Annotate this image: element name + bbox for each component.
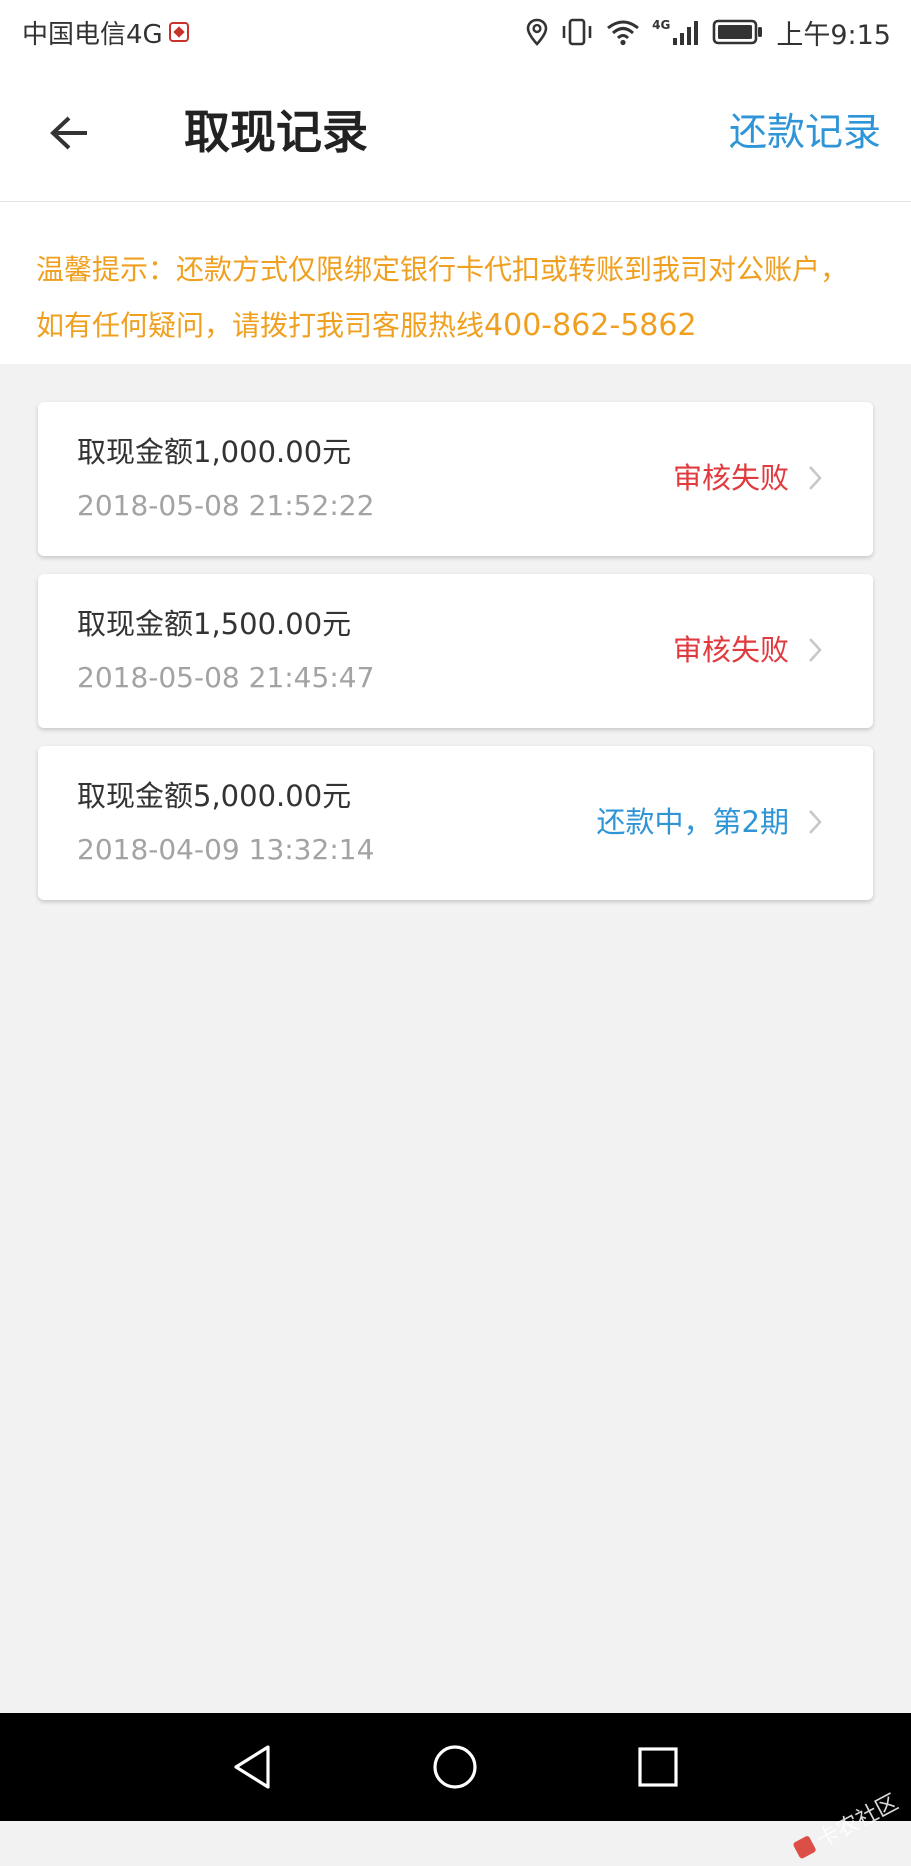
nav-home-button[interactable]: [427, 1739, 483, 1795]
hotline-number[interactable]: 400-862-5862: [484, 308, 697, 343]
back-button[interactable]: [38, 102, 100, 164]
status-bar: 中国电信4G 4G 上午9:15: [0, 0, 911, 64]
circle-home-icon: [433, 1745, 477, 1789]
notice-text: 温馨提示：还款方式仅限绑定银行卡代扣或转账到我司对公账户， 如有任何疑问，请拨打…: [36, 253, 849, 342]
record-amount: 取现金额1,000.00元: [77, 435, 352, 469]
status-right: 4G 上午9:15: [514, 13, 891, 52]
chevron-right-icon: [809, 810, 822, 834]
repay-records-link[interactable]: 还款记录: [729, 102, 881, 162]
carrier-name: 中国电信4G: [22, 19, 163, 50]
signal-indicator: 4G: [652, 18, 700, 46]
record-card[interactable]: 取现金额1,500.00元 2018-05-08 21:45:47 审核失败: [38, 574, 873, 728]
record-card[interactable]: 取现金额5,000.00元 2018-04-09 13:32:14 还款中，第2…: [38, 746, 873, 900]
carrier-badge-icon: [168, 22, 189, 42]
header: 取现记录 还款记录: [0, 64, 911, 202]
watermark-text: 卡农社区: [813, 1790, 903, 1854]
withdrawal-records-list: 取现金额1,000.00元 2018-05-08 21:52:22 审核失败 取…: [38, 402, 873, 918]
status-left: 中国电信4G: [22, 14, 189, 51]
record-time: 2018-05-08 21:45:47: [77, 661, 375, 694]
watermark-logo-icon: [792, 1835, 817, 1860]
record-time: 2018-05-08 21:52:22: [77, 489, 375, 522]
notice-banner: 温馨提示：还款方式仅限绑定银行卡代扣或转账到我司对公账户， 如有任何疑问，请拨打…: [0, 202, 911, 364]
square-recents-icon: [638, 1747, 678, 1787]
chevron-right-icon: [809, 466, 822, 490]
triangle-back-icon: [234, 1745, 270, 1789]
record-amount: 取现金额5,000.00元: [77, 779, 352, 813]
nav-back-button[interactable]: [224, 1739, 280, 1795]
record-status: 审核失败: [672, 461, 789, 495]
record-status: 还款中，第2期: [596, 805, 789, 839]
record-status: 审核失败: [672, 633, 789, 667]
battery-icon: [713, 19, 763, 45]
chevron-right-icon: [809, 638, 822, 662]
arrow-left-icon: [50, 116, 87, 150]
system-nav-bar: 卡农社区: [0, 1713, 911, 1860]
signal-icon: [673, 21, 699, 45]
status-time: 上午9:15: [776, 19, 891, 51]
wifi-icon: [607, 20, 640, 46]
location-icon: [526, 18, 548, 46]
network-type-label: 4G: [652, 18, 671, 32]
record-amount: 取现金额1,500.00元: [77, 607, 352, 641]
page-title: 取现记录: [184, 105, 368, 159]
record-time: 2018-04-09 13:32:14: [77, 833, 375, 866]
nav-recents-button[interactable]: [630, 1739, 686, 1795]
watermark: 卡农社区: [789, 1785, 903, 1866]
record-card[interactable]: 取现金额1,000.00元 2018-05-08 21:52:22 审核失败: [38, 402, 873, 556]
vibrate-icon: [562, 18, 592, 46]
